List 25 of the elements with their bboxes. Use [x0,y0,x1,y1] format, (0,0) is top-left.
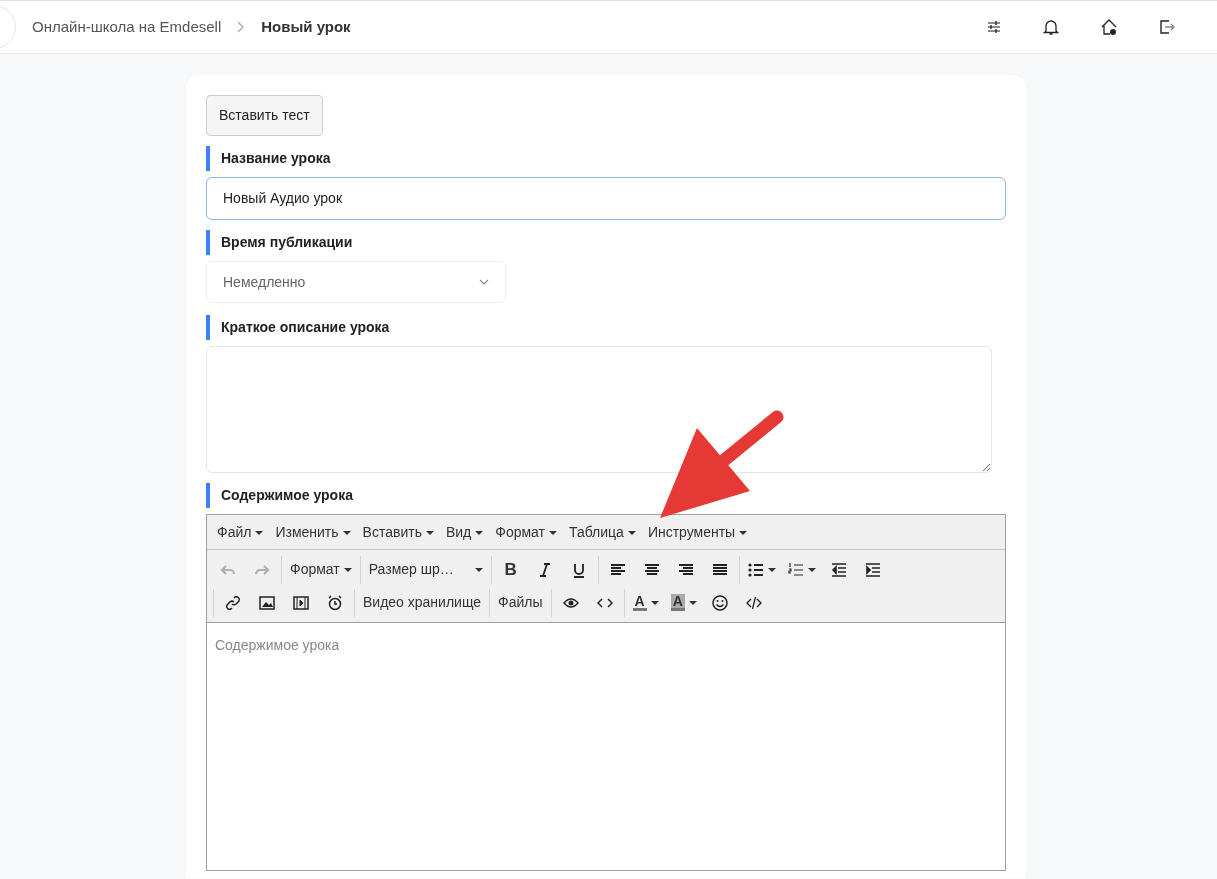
bold-button[interactable]: B [493,554,528,585]
breadcrumb-link[interactable]: Онлайн-школа на Emdesell [32,15,222,39]
description-field[interactable] [206,346,992,473]
menu-item[interactable]: Формат [489,517,563,547]
format-dropdown[interactable]: Формат [284,554,358,585]
toolbar-text-button[interactable]: Файлы [492,587,549,618]
highlight-color-button[interactable]: A [664,587,703,618]
chevron-right-icon [237,21,246,33]
menu-item[interactable]: Вид [439,517,490,547]
menu-item[interactable]: Изменить [269,517,357,547]
publish-time-select[interactable]: Немедленно [206,261,506,303]
text-color-button[interactable]: A [626,587,665,618]
menu-item[interactable]: Таблица [563,517,642,547]
field-label: Название урока [206,146,1006,171]
select-value: Немедленно [223,272,306,292]
toolbar-text-button[interactable]: Видео хранилище [357,587,488,618]
font-size-dropdown[interactable]: Размер шр… [362,554,489,585]
menu-item[interactable]: Вставить [356,517,440,547]
chevron-down-icon [479,279,489,285]
insert-test-button[interactable]: Вставить тест [206,95,323,136]
menu-item[interactable]: Файл [211,517,270,547]
field-label: Краткое описание урока [206,315,1006,340]
lesson-title-field[interactable]: Новый Аудио урок [206,177,1006,220]
field-label: Время публикации [206,230,1006,255]
breadcrumb-current: Новый урок [261,16,351,37]
